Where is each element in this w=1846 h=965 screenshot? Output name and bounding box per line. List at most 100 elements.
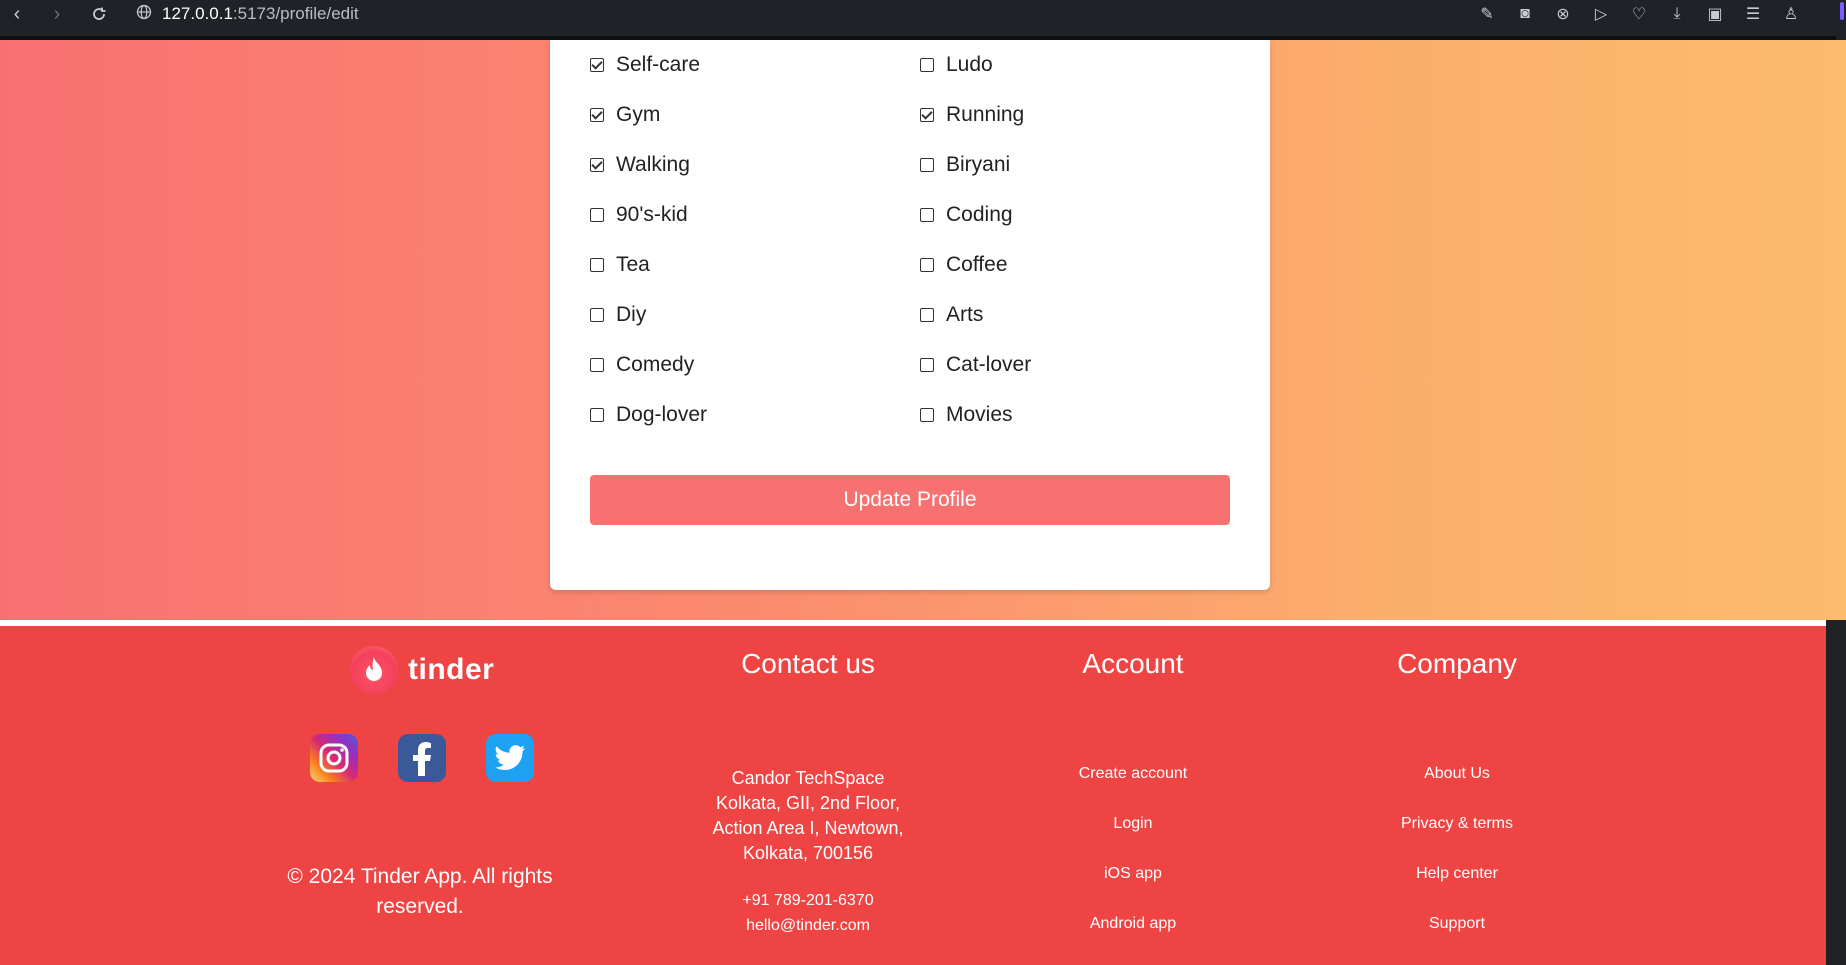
wallet-icon[interactable]: ▣ bbox=[1704, 3, 1726, 25]
interest-checkbox[interactable]: Coding bbox=[920, 200, 1013, 230]
camera-icon[interactable]: ◙ bbox=[1514, 3, 1536, 25]
forward-icon[interactable]: › bbox=[40, 0, 74, 28]
play-icon[interactable]: ▷ bbox=[1590, 3, 1612, 25]
interest-checkbox[interactable]: Biryani bbox=[920, 150, 1010, 180]
shield-icon[interactable]: ⊗ bbox=[1552, 3, 1574, 25]
checkbox-unchecked[interactable] bbox=[920, 308, 934, 322]
company-links: About Us Privacy & terms Help center Sup… bbox=[1337, 759, 1577, 959]
account-link-ios[interactable]: iOS app bbox=[1013, 859, 1253, 909]
contact-address: Candor TechSpace Kolkata, GII, 2nd Floor… bbox=[690, 766, 926, 866]
interest-label: Walking bbox=[616, 153, 690, 176]
social-links bbox=[310, 734, 534, 782]
interest-checkbox[interactable]: Self-care bbox=[590, 50, 700, 80]
brand-name: tinder bbox=[408, 653, 495, 686]
interest-label: 90's-kid bbox=[616, 203, 688, 226]
contact-email[interactable]: hello@tinder.com bbox=[690, 913, 926, 938]
interest-label: Biryani bbox=[946, 153, 1011, 176]
interest-label: Ludo bbox=[946, 53, 993, 76]
sidebar-accent bbox=[1836, 0, 1846, 40]
interest-checkbox[interactable]: 90's-kid bbox=[590, 200, 688, 230]
globe-icon bbox=[136, 4, 152, 25]
company-link-about[interactable]: About Us bbox=[1337, 759, 1577, 809]
interest-label: Dog-lover bbox=[616, 403, 708, 426]
address-line: Kolkata, GII, 2nd Floor, bbox=[715, 793, 901, 813]
interest-checkbox[interactable]: Diy bbox=[590, 300, 646, 330]
checkbox-unchecked[interactable] bbox=[920, 408, 934, 422]
interest-checkbox[interactable]: Gym bbox=[590, 100, 660, 130]
account-link-android[interactable]: Android app bbox=[1013, 909, 1253, 959]
interest-label: Arts bbox=[946, 303, 984, 326]
checkbox-unchecked[interactable] bbox=[920, 258, 934, 272]
brand-logo[interactable]: tinder bbox=[350, 646, 494, 694]
menu-icon[interactable]: ☰ bbox=[1742, 3, 1764, 25]
interest-checkbox[interactable]: Ludo bbox=[920, 50, 993, 80]
browser-toolbar: ‹ › 127.0.0.1:5173/profile/edit ✎ ◙ ⊗ ▷ … bbox=[0, 0, 1846, 40]
interest-label: Self-care bbox=[616, 53, 701, 76]
checkbox-unchecked[interactable] bbox=[920, 358, 934, 372]
interest-label: Diy bbox=[616, 303, 647, 326]
checkbox-unchecked[interactable] bbox=[920, 158, 934, 172]
interest-checkbox[interactable]: Coffee bbox=[920, 250, 1008, 280]
instagram-icon[interactable] bbox=[310, 734, 358, 782]
twitter-icon[interactable] bbox=[486, 734, 534, 782]
checkbox-checked[interactable] bbox=[920, 108, 934, 122]
checkbox-checked[interactable] bbox=[590, 158, 604, 172]
interest-label: Coding bbox=[946, 203, 1013, 226]
interest-checkbox[interactable]: Cat-lover bbox=[920, 350, 1031, 380]
update-profile-button[interactable]: Update Profile bbox=[590, 475, 1230, 525]
checkbox-unchecked[interactable] bbox=[590, 408, 604, 422]
back-icon[interactable]: ‹ bbox=[0, 0, 34, 28]
flame-icon bbox=[350, 646, 398, 694]
heart-icon[interactable]: ♡ bbox=[1628, 3, 1650, 25]
checkbox-checked[interactable] bbox=[590, 108, 604, 122]
account-links: Create account Login iOS app Android app bbox=[1013, 759, 1253, 959]
facebook-icon[interactable] bbox=[398, 734, 446, 782]
profile-icon[interactable]: ♙ bbox=[1780, 3, 1802, 25]
url-host: 127.0.0.1 bbox=[162, 4, 233, 23]
interest-checkbox[interactable]: Dog-lover bbox=[590, 400, 707, 430]
interest-checkbox[interactable]: Movies bbox=[920, 400, 1013, 430]
edit-profile-card: Self-care Gym Walking 90's-kid Tea Diy Comedy D… bbox=[550, 40, 1270, 590]
interest-checkbox[interactable]: Arts bbox=[920, 300, 983, 330]
interest-label: Gym bbox=[616, 103, 661, 126]
address-line: Action Area I, Newtown, bbox=[712, 818, 904, 838]
address-bar[interactable]: 127.0.0.1:5173/profile/edit bbox=[136, 0, 359, 28]
checkbox-unchecked[interactable] bbox=[920, 208, 934, 222]
company-link-help[interactable]: Help center bbox=[1337, 859, 1577, 909]
page-viewport: Self-care Gym Walking 90's-kid Tea Diy Comedy D… bbox=[0, 40, 1846, 965]
copyright-text: © 2024 Tinder App. All rights reserved. bbox=[287, 865, 553, 918]
footer: tinder © 2024 Tinder App. All rights res… bbox=[0, 626, 1826, 965]
company-link-support[interactable]: Support bbox=[1337, 909, 1577, 959]
account-link-login[interactable]: Login bbox=[1013, 809, 1253, 859]
contact-phone[interactable]: +91 789-201-6370 bbox=[690, 888, 926, 913]
account-link-create[interactable]: Create account bbox=[1013, 759, 1253, 809]
checkbox-unchecked[interactable] bbox=[590, 308, 604, 322]
download-icon[interactable]: ⤓ bbox=[1666, 3, 1688, 25]
contact-title: Contact us bbox=[741, 648, 875, 679]
company-title: Company bbox=[1397, 648, 1517, 679]
company-link-privacy[interactable]: Privacy & terms bbox=[1337, 809, 1577, 859]
interest-label: Running bbox=[946, 103, 1025, 126]
interest-label: Cat-lover bbox=[946, 353, 1032, 376]
interest-label: Coffee bbox=[946, 253, 1008, 276]
interest-label: Tea bbox=[616, 253, 650, 276]
edit-icon[interactable]: ✎ bbox=[1476, 3, 1498, 25]
hero-background: Self-care Gym Walking 90's-kid Tea Diy Comedy D… bbox=[0, 40, 1846, 620]
checkbox-unchecked[interactable] bbox=[590, 258, 604, 272]
interest-label: Comedy bbox=[616, 353, 695, 376]
checkbox-unchecked[interactable] bbox=[590, 358, 604, 372]
interest-checkbox[interactable]: Running bbox=[920, 100, 1024, 130]
checkbox-checked[interactable] bbox=[590, 58, 604, 72]
interest-checkbox[interactable]: Tea bbox=[590, 250, 650, 280]
checkbox-unchecked[interactable] bbox=[920, 58, 934, 72]
interest-checkbox[interactable]: Walking bbox=[590, 150, 690, 180]
account-title: Account bbox=[1082, 648, 1184, 679]
url-path: :5173/profile/edit bbox=[232, 4, 359, 23]
contact-details: +91 789-201-6370 hello@tinder.com bbox=[690, 888, 926, 938]
interest-checkbox[interactable]: Comedy bbox=[590, 350, 694, 380]
address-line: Candor TechSpace bbox=[731, 768, 885, 788]
checkbox-unchecked[interactable] bbox=[590, 208, 604, 222]
interest-label: Movies bbox=[946, 403, 1013, 426]
address-line: Kolkata, 700156 bbox=[742, 843, 874, 863]
reload-icon[interactable] bbox=[82, 0, 116, 28]
